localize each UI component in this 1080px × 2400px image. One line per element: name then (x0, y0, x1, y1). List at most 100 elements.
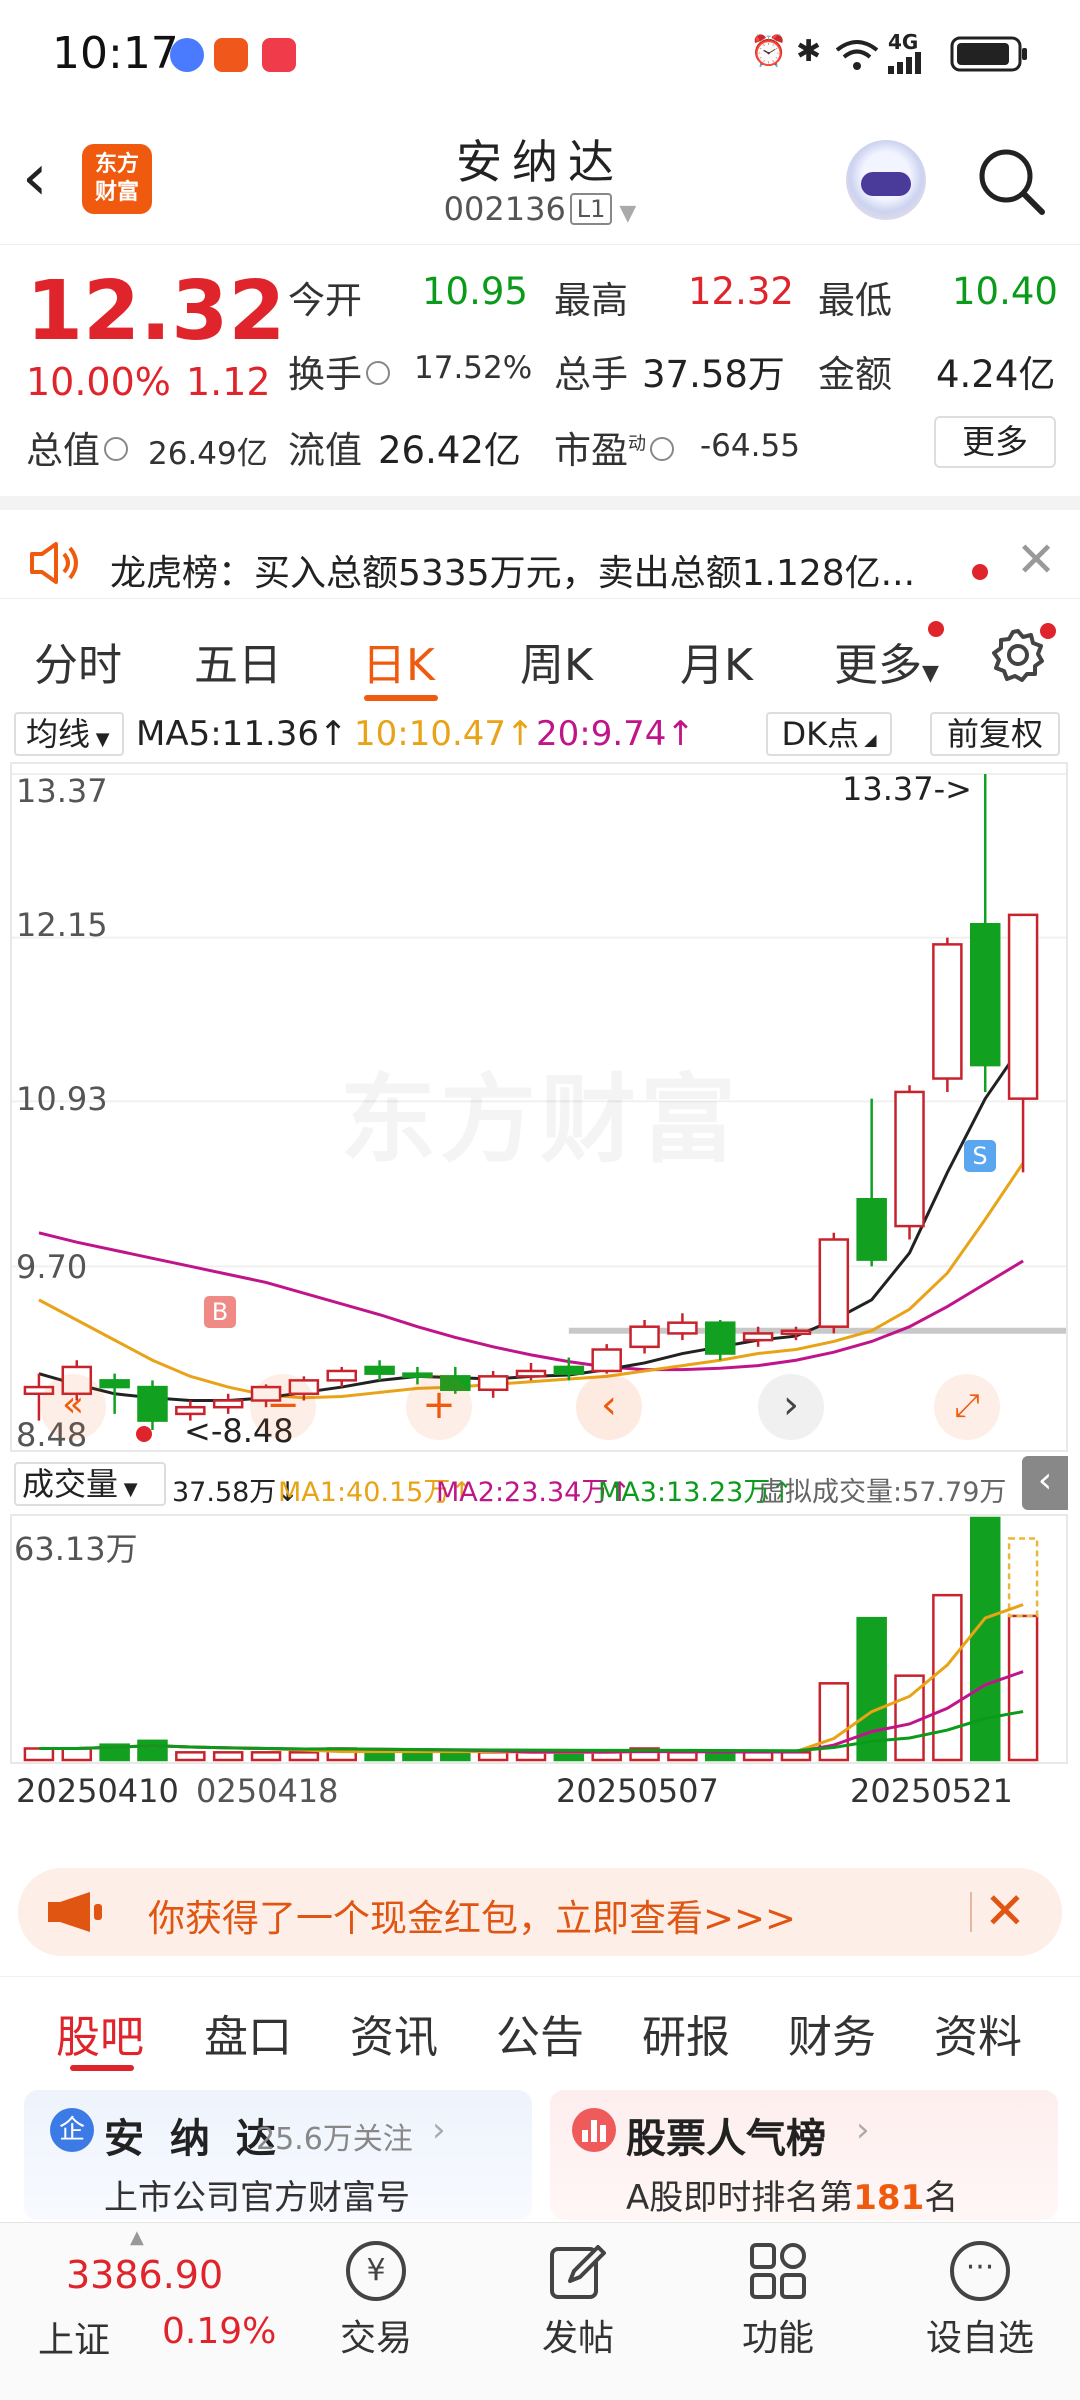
enterprise-icon: 企 (50, 2108, 94, 2152)
candle-up (932, 943, 963, 1080)
volume-bar-up (742, 1751, 774, 1762)
candle-down (969, 922, 1001, 1067)
tab-announcements[interactable]: 公告 (496, 2001, 584, 2065)
chevron-down-icon: ▼ (922, 661, 939, 686)
unread-dot (972, 564, 988, 580)
buy-marker[interactable]: B (204, 1296, 236, 1328)
mktcap-value: 26.49亿 (148, 436, 268, 472)
nav-post[interactable]: 发帖 (508, 2241, 648, 2361)
search-icon[interactable] (976, 146, 1046, 216)
tab-five-day[interactable]: 五日 (194, 629, 282, 693)
tab-news[interactable]: 资讯 (350, 2001, 438, 2065)
card-title: 股票人气榜 (626, 2116, 826, 2162)
index-ticker[interactable]: ▲ 3386.90 上证 0.19% (0, 2223, 276, 2400)
tab-monthly-k[interactable]: 月K (680, 629, 753, 693)
level-badge: L1 (569, 193, 613, 225)
y-label-max: 13.37 (16, 772, 108, 810)
period-tabs: 分时 五日 日K 周K 月K 更多▼ (0, 598, 1080, 706)
bottom-nav: ▲ 3386.90 上证 0.19% ¥ 交易 发帖 功能 ··· 设自选 (0, 2222, 1080, 2400)
content-tabs: 股吧 盘口 资讯 公告 研报 财务 资料 (0, 1976, 1080, 2076)
tab-daily-k[interactable]: 日K (362, 629, 435, 693)
chevron-up-icon: ▲ (130, 2227, 144, 2248)
volume-bar-up (667, 1751, 698, 1762)
last-price: 12.32 (26, 264, 286, 359)
candle-down (137, 1385, 168, 1422)
pe-value: -64.55 (700, 428, 800, 464)
volume-bar-down (705, 1751, 736, 1762)
low-label: 最低 (818, 279, 892, 322)
tab-financials[interactable]: 财务 (788, 2001, 876, 2065)
date-label: 0250418 (196, 1772, 339, 1810)
store-app-icon (262, 38, 296, 72)
candle-up (212, 1399, 244, 1409)
nav-trade[interactable]: ¥ 交易 (306, 2241, 446, 2361)
open-label: 今开 (288, 279, 362, 322)
more-button[interactable]: 更多 (934, 416, 1056, 468)
candle-down (364, 1365, 395, 1375)
index-value: 3386.90 (66, 2253, 224, 2297)
open-value: 10.95 (422, 270, 528, 313)
expand-panel-icon[interactable]: ‹ (1022, 1456, 1068, 1510)
chevron-right-icon: › (432, 2110, 446, 2150)
new-dot (1040, 623, 1056, 639)
tab-weekly-k[interactable]: 周K (520, 629, 593, 693)
mktcap-label: 总值 (26, 420, 132, 474)
info-eye-icon[interactable] (104, 437, 128, 461)
red-envelope-banner[interactable]: 你获得了一个现金红包，立即查看>>> ✕ (18, 1868, 1062, 1956)
assistant-robot-icon[interactable] (846, 140, 926, 220)
tab-forum[interactable]: 股吧 (56, 2001, 144, 2065)
scroll-to-start-icon[interactable]: « (40, 1374, 106, 1440)
info-eye-icon[interactable] (366, 361, 390, 385)
official-account-card[interactable]: 企 安 纳 达 25.6万关注 › 上市公司官方财富号 (24, 2090, 532, 2220)
ma5-value: MA5:11.36↑ (136, 714, 348, 754)
gear-icon[interactable] (990, 627, 1046, 683)
volume-bar-up (175, 1751, 206, 1762)
index-name: 上证 (38, 2320, 111, 2361)
fullscreen-icon[interactable]: ⤢ (934, 1374, 1000, 1440)
turnover-label: 换手 (288, 344, 394, 398)
volume-bar-down (969, 1516, 1001, 1762)
tab-intraday[interactable]: 分时 (34, 629, 122, 693)
float-value: 26.42亿 (378, 429, 521, 472)
nav-functions[interactable]: 功能 (708, 2241, 848, 2361)
candle-up (629, 1325, 660, 1349)
sell-marker[interactable]: S (964, 1140, 996, 1172)
zoom-in-icon[interactable]: + (406, 1374, 472, 1440)
ranking-icon (572, 2108, 616, 2152)
news-app-icon (214, 38, 248, 72)
pe-label: 市盈动 (554, 420, 678, 474)
chevron-down-icon: ▼ (612, 201, 637, 226)
trade-icon: ¥ (346, 2241, 406, 2301)
popularity-card[interactable]: 股票人气榜 › A股即时排名第181名 (550, 2090, 1058, 2220)
adjust-button[interactable]: 前复权 (930, 712, 1060, 756)
nav-add-watchlist[interactable]: ··· 设自选 (910, 2241, 1050, 2361)
volume-label: 总手 (554, 353, 628, 396)
amount-value: 4.24亿 (936, 353, 1056, 396)
tab-orderbook[interactable]: 盘口 (204, 2001, 292, 2065)
tab-research[interactable]: 研报 (642, 2001, 730, 2065)
volume-bar-up (932, 1593, 963, 1762)
candlestick-chart[interactable]: 东方财富 13.37 12.15 10.93 9.70 8.48 13.37->… (10, 762, 1068, 1454)
tab-profile[interactable]: 资料 (934, 2001, 1022, 2065)
grid-icon (750, 2243, 806, 2299)
info-eye-icon[interactable] (650, 437, 674, 461)
tab-more[interactable]: 更多▼ (834, 629, 939, 693)
volume-chart[interactable]: 63.13万 (10, 1514, 1068, 1764)
status-bar: 10:17 ⏰ ✱ 4G (0, 0, 1080, 110)
close-icon[interactable]: ✕ (1016, 532, 1056, 588)
alarm-icon: ⏰ (750, 34, 788, 69)
scroll-left-icon[interactable]: ‹ (576, 1374, 642, 1440)
volume-indicator-dropdown[interactable]: 成交量 ▼ (14, 1462, 166, 1506)
dk-point-button[interactable]: DK点 ◢ (766, 712, 892, 756)
candle-down (99, 1379, 130, 1389)
virtual-volume-bar (1007, 1537, 1039, 1618)
indicator-dropdown[interactable]: 均线 ▼ (14, 712, 124, 756)
zoom-out-icon[interactable]: − (250, 1374, 316, 1440)
notice-bar[interactable]: 龙虎榜：买入总额5335万元，卖出总额1.128亿... ✕ (0, 496, 1080, 598)
ranking-text: A股即时排名第181名 (626, 2178, 959, 2218)
close-icon[interactable]: ✕ (984, 1882, 1026, 1940)
scroll-right-icon[interactable]: › (758, 1374, 824, 1440)
volume-bar-down (137, 1739, 168, 1762)
high-label: 最高 (554, 279, 628, 322)
music-app-icon (170, 38, 204, 72)
